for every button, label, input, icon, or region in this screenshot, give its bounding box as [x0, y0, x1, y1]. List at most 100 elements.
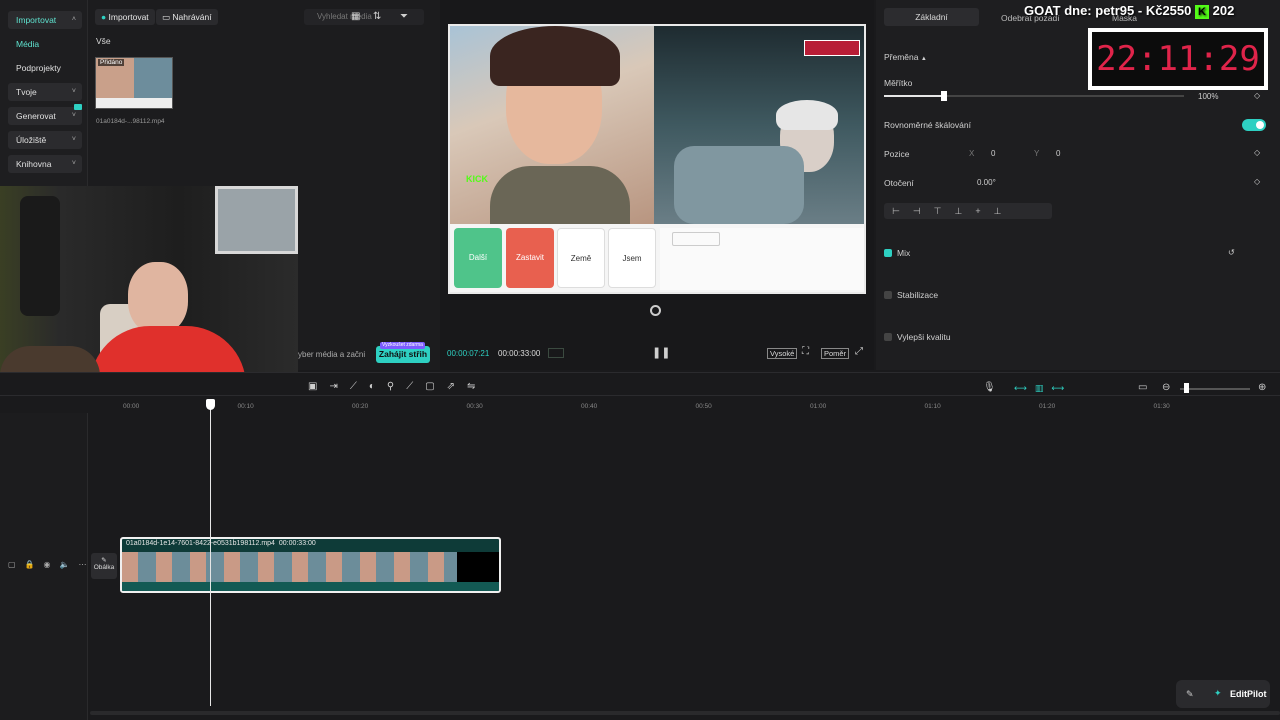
wall-picture	[215, 186, 298, 254]
editpilot-button[interactable]: ✎ ✦ EditPilot	[1176, 680, 1270, 708]
transform-header[interactable]: Přeměna ▲	[884, 52, 927, 62]
pos-x-input[interactable]: 0	[991, 149, 995, 158]
sort-icon[interactable]: ⇅	[373, 12, 381, 22]
clip-audio-wave	[122, 582, 499, 591]
nav-yours-label: Tvoje	[16, 87, 37, 97]
woman-hair	[490, 26, 620, 86]
video-country-label: Země	[570, 254, 592, 263]
align-toolbar[interactable]: ⊢⊣⊤⊥+⊥	[884, 203, 1052, 219]
playhead-line[interactable]	[210, 401, 211, 706]
goat-count: 202	[1212, 3, 1235, 18]
uniform-scale-toggle[interactable]	[1242, 119, 1266, 131]
clock-frame: 22:11:29	[1088, 28, 1268, 90]
pos-x-label: X	[969, 149, 975, 158]
mix-label: Mix	[897, 248, 911, 258]
webcam-overlay	[0, 186, 298, 396]
ruler-tick: 01:00	[810, 403, 827, 410]
nav-library-label: Knihovna	[16, 159, 52, 169]
clip-name: 01a0184d-1e14-7601-8422-e0531b198112.mp4	[126, 540, 275, 547]
new-badge	[74, 104, 82, 110]
pencil-icon: ✎	[101, 557, 107, 564]
enhance-checkbox[interactable]	[884, 333, 892, 341]
fullscreen-icon[interactable]: ⤢	[855, 347, 863, 357]
keyframe-icon[interactable]: ◇	[1254, 148, 1260, 158]
current-time: 00:00:07:21	[447, 349, 490, 358]
media-thumbnail[interactable]: Přidáno	[95, 57, 173, 109]
ruler-tick: 00:00	[123, 403, 140, 410]
stabilization-checkbox[interactable]	[884, 291, 892, 299]
ruler-tick: 00:40	[581, 403, 598, 410]
chat-bubble	[672, 232, 720, 246]
pos-y-label: Y	[1034, 149, 1040, 158]
microphone-arm	[20, 196, 60, 316]
reset-icon[interactable]: ↺	[1228, 248, 1235, 258]
ruler-tick: 00:50	[695, 403, 712, 410]
nav-library[interactable]: Knihovna ˅	[8, 155, 82, 173]
quality-button[interactable]: Vysoké	[767, 348, 798, 359]
tab-basic[interactable]: Základní	[884, 8, 979, 26]
chevron-up-icon: ▲	[920, 56, 927, 62]
horizontal-scrollbar[interactable]	[90, 711, 1280, 715]
ratio-button[interactable]: Poměr	[821, 348, 850, 359]
kick-logo: KICK	[466, 174, 516, 192]
playhead-handle[interactable]	[206, 399, 215, 410]
audio-meter	[548, 348, 564, 358]
grid-view-icon[interactable]: ▦	[351, 12, 360, 22]
position-label: Pozice	[884, 149, 910, 159]
video-next-label: Další	[468, 253, 488, 262]
pause-icon[interactable]: ❚❚	[652, 348, 670, 359]
center-marker-icon[interactable]	[650, 305, 661, 316]
snapshot-icon[interactable]: ⛶	[802, 347, 809, 357]
enhance-label: Vylepši kvalitu	[897, 332, 951, 342]
clip-title: 01a0184d-1e14-7601-8422-e0531b198112.mp4…	[126, 540, 316, 547]
video-country-button: Země	[557, 228, 605, 288]
left-video-feed: KICK	[450, 26, 654, 224]
time-ruler[interactable]: 00:00 00:10 00:20 00:30 00:40 00:50 01:00 01:10…	[0, 373, 1280, 413]
video-clip[interactable]: 01a0184d-1e14-7601-8422-e0531b198112.mp4…	[120, 537, 501, 593]
ruler-tick: 01:30	[1153, 403, 1170, 410]
nav-media[interactable]: Média	[8, 35, 82, 53]
keyframe-icon[interactable]: ◇	[1254, 177, 1260, 187]
clip-filmstrip	[122, 552, 457, 582]
nav-generate[interactable]: Generovat ˅	[8, 107, 82, 125]
nav-storage[interactable]: Úložiště ˅	[8, 131, 82, 149]
nav-import[interactable]: Importovat ˄	[8, 11, 82, 29]
man-cap	[776, 100, 838, 130]
thumb-right-frame	[134, 58, 172, 98]
goat-banner: GOAT dne: petr95 - Kč2550 K 202	[1024, 3, 1234, 19]
keyframe-icon[interactable]: ◇	[1254, 91, 1260, 101]
nav-import-label: Importovat	[16, 15, 57, 25]
scale-slider-track	[944, 95, 1184, 97]
feedback-icon[interactable]: ✎	[1186, 689, 1194, 700]
import-button[interactable]: ● Importovat	[95, 9, 155, 25]
player-panel: KICK Další Zastavit Země Jsem 00:00:07:2…	[440, 0, 874, 370]
hint-text: yber média a začni	[298, 350, 366, 359]
timeline-panel: ▣⇥⟋◐⚲⟋▢⇗⇋ 🎙 ⟷▥⟷ ▭ ⊖ ⊕ 00:00 00:10 00:20 00:…	[0, 372, 1280, 720]
ruler-tick: 00:20	[352, 403, 369, 410]
scale-label: Měřítko	[884, 78, 913, 88]
rotation-input[interactable]: 0.00°	[977, 178, 996, 187]
cover-label: Obálka	[93, 564, 115, 571]
video-iam-button: Jsem	[608, 228, 656, 288]
track-controls[interactable]: ▢🔒◉🔈⋯	[8, 560, 95, 569]
scale-value[interactable]: 100%	[1198, 92, 1218, 101]
pos-y-input[interactable]: 0	[1056, 149, 1060, 158]
filter-icon[interactable]: ⏷	[400, 12, 408, 22]
video-frame[interactable]: KICK Další Zastavit Země Jsem	[448, 24, 866, 294]
video-stop-button: Zastavit	[506, 228, 554, 288]
nav-yours[interactable]: Tvoje ˅	[8, 83, 82, 101]
uniform-scale-label: Rovnoměrné škálování	[884, 120, 971, 130]
video-editor-window: Importovat ˄ Média Podprojekty Tvoje ˅ Gen…	[0, 0, 1280, 720]
cover-button[interactable]: ✎ Obálka	[91, 553, 117, 579]
chat-area	[660, 228, 864, 290]
search-placeholder: Vyhledat média	[317, 12, 372, 21]
record-button[interactable]: ▭ Nahrávání	[156, 9, 218, 25]
plus-icon: ●	[101, 12, 107, 22]
nav-subprojects[interactable]: Podprojekty	[8, 59, 82, 77]
import-label: Importovat	[108, 12, 149, 22]
tab-basic-label: Základní	[915, 12, 948, 22]
mix-checkbox[interactable]	[884, 249, 892, 257]
chevron-down-icon: ˅	[71, 160, 76, 167]
scale-slider-handle[interactable]	[941, 91, 947, 101]
filter-all[interactable]: Vše	[96, 36, 111, 46]
